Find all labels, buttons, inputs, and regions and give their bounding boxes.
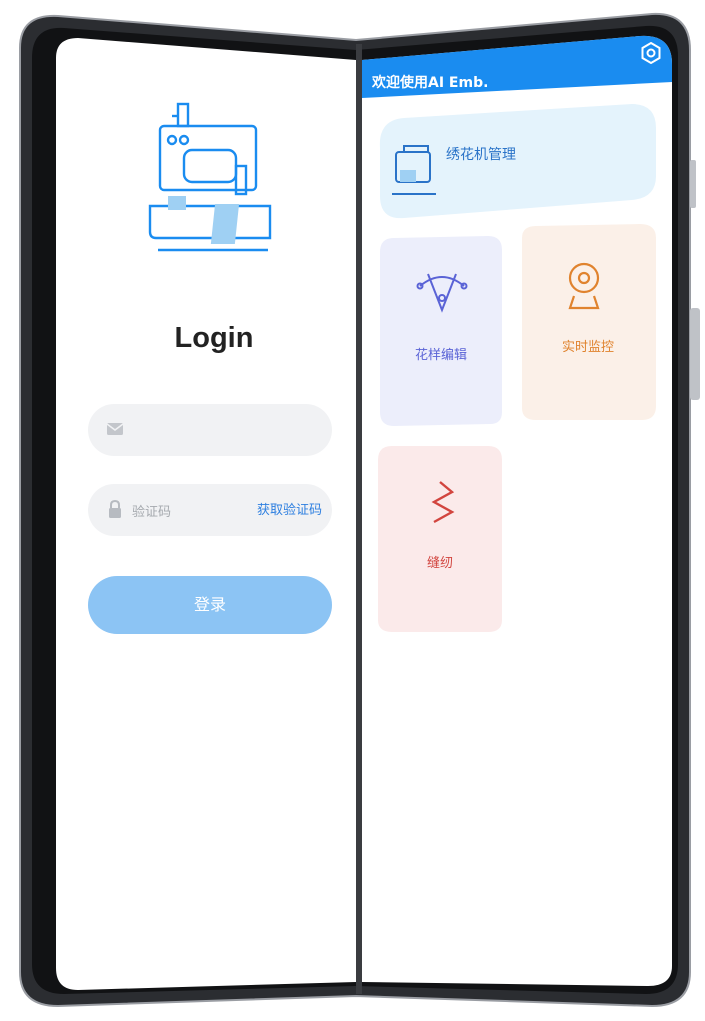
card-realtime-monitor[interactable] xyxy=(522,224,656,420)
settings-icon[interactable] xyxy=(640,42,662,64)
card-sewing[interactable] xyxy=(378,446,502,632)
code-placeholder: 验证码 xyxy=(132,505,172,520)
login-title: Login xyxy=(174,322,254,354)
mail-icon xyxy=(106,423,124,435)
login-button[interactable]: 登录 xyxy=(88,576,332,634)
verification-code-field[interactable]: 验证码 获取验证码 xyxy=(88,484,332,536)
welcome-header: 欢迎使用AI Emb. xyxy=(372,75,489,91)
card-pattern-edit[interactable] xyxy=(380,236,502,426)
card-label-pattern-edit: 花样编辑 xyxy=(414,348,467,363)
card-embroidery-management[interactable] xyxy=(379,104,656,219)
sewing-machine-icon xyxy=(148,102,272,252)
card-label-realtime-monitor: 实时监控 xyxy=(561,340,614,355)
email-field[interactable] xyxy=(88,404,332,456)
card-label-embroidery-management: 绣花机管理 xyxy=(446,147,516,163)
lock-icon xyxy=(109,500,121,518)
get-code-button[interactable]: 获取验证码 xyxy=(257,499,322,518)
card-label-sewing: 缝纫 xyxy=(426,556,453,571)
